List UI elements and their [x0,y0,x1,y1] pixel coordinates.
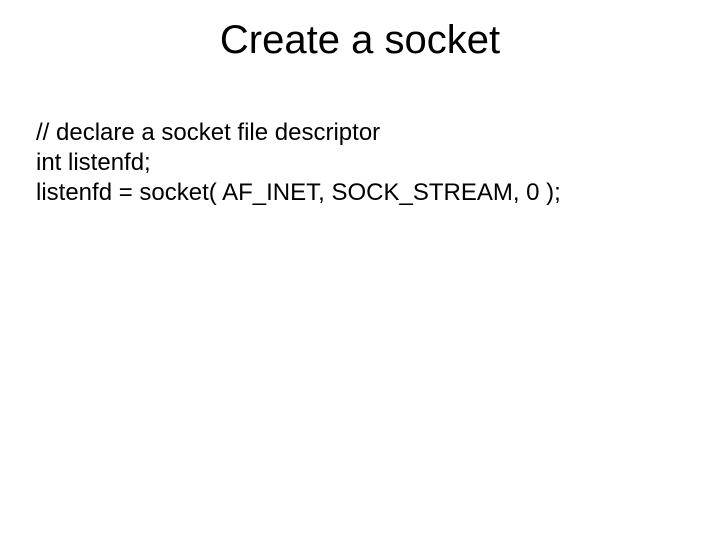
code-line: int listenfd; [36,148,684,178]
code-line: // declare a socket file descriptor [36,118,684,148]
code-line: listenfd = socket( AF_INET, SOCK_STREAM,… [36,178,684,208]
slide: Create a socket // declare a socket file… [0,0,720,540]
slide-title: Create a socket [0,18,720,63]
slide-body: // declare a socket file descriptor int … [36,118,684,208]
